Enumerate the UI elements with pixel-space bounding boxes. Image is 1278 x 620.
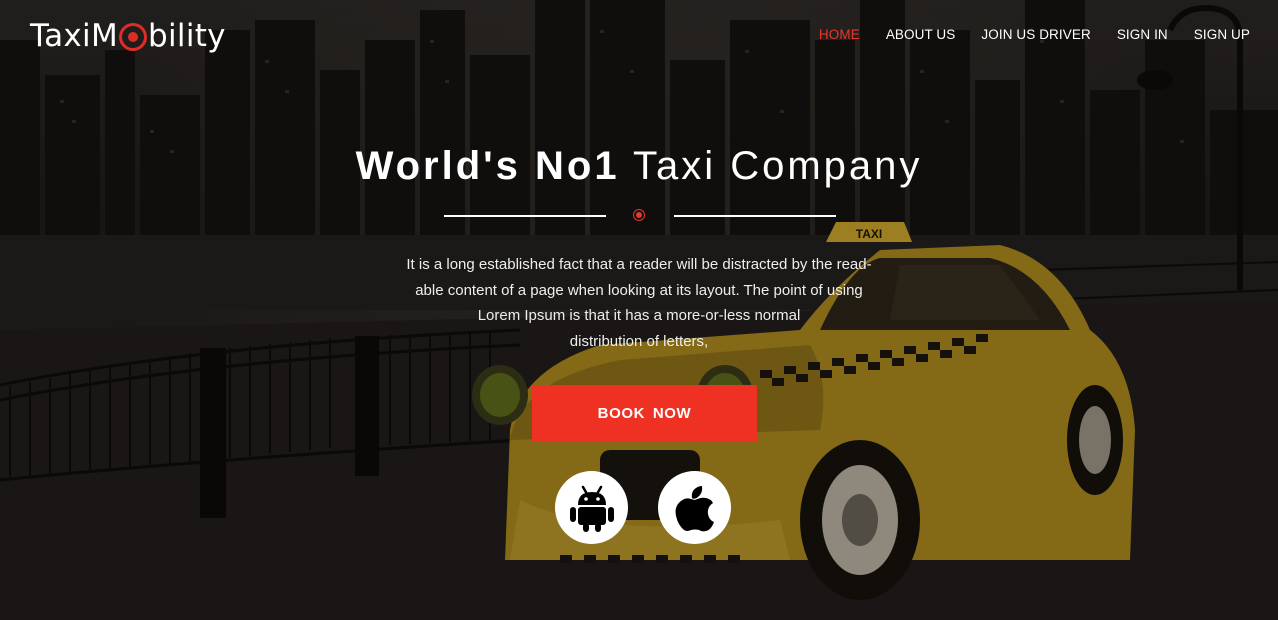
headline-light: Taxi Company (632, 144, 923, 188)
description-line: distribution of letters, (569, 332, 709, 350)
android-icon (569, 485, 614, 532)
apple-app-button[interactable] (658, 471, 731, 544)
nav-item-about-us[interactable]: ABOUT US (886, 27, 956, 42)
android-app-button[interactable] (555, 471, 628, 544)
nav-item-sign-up[interactable]: SIGN UP (1194, 27, 1250, 42)
nav-item-home[interactable]: HOME (819, 27, 860, 42)
logo[interactable]: TaxiM bility (30, 18, 226, 54)
divider-dot-icon (633, 209, 645, 221)
hero-section: TAXI TaxiM bility HOME ABOUT US JOIN US D… (0, 0, 1278, 620)
logo-text-prefix: TaxiM (30, 18, 119, 54)
nav-item-sign-in[interactable]: SIGN IN (1117, 27, 1168, 42)
hero-description: It is a long established fact that a rea… (380, 252, 898, 354)
divider-line-left (444, 215, 606, 217)
logo-o-mark-icon (119, 23, 148, 51)
headline-bold: World's No1 (355, 144, 620, 188)
description-line: Lorem Ipsum is that it has a more-or-les… (477, 307, 801, 324)
description-line: able content of a page when looking at i… (415, 281, 863, 299)
apple-icon (675, 485, 714, 531)
nav-item-join-us-driver[interactable]: JOIN US DRIVER (981, 27, 1090, 42)
logo-text-suffix: bility (148, 18, 226, 54)
book-now-button[interactable]: BOOK NOW (532, 385, 757, 441)
main-nav: HOME ABOUT US JOIN US DRIVER SIGN IN SIG… (793, 27, 1250, 42)
hero-headline: World's No1 Taxi Company (0, 144, 1278, 189)
headline-divider (444, 208, 836, 224)
divider-line-right (674, 215, 836, 217)
description-line: It is a long established fact that a rea… (406, 256, 872, 273)
